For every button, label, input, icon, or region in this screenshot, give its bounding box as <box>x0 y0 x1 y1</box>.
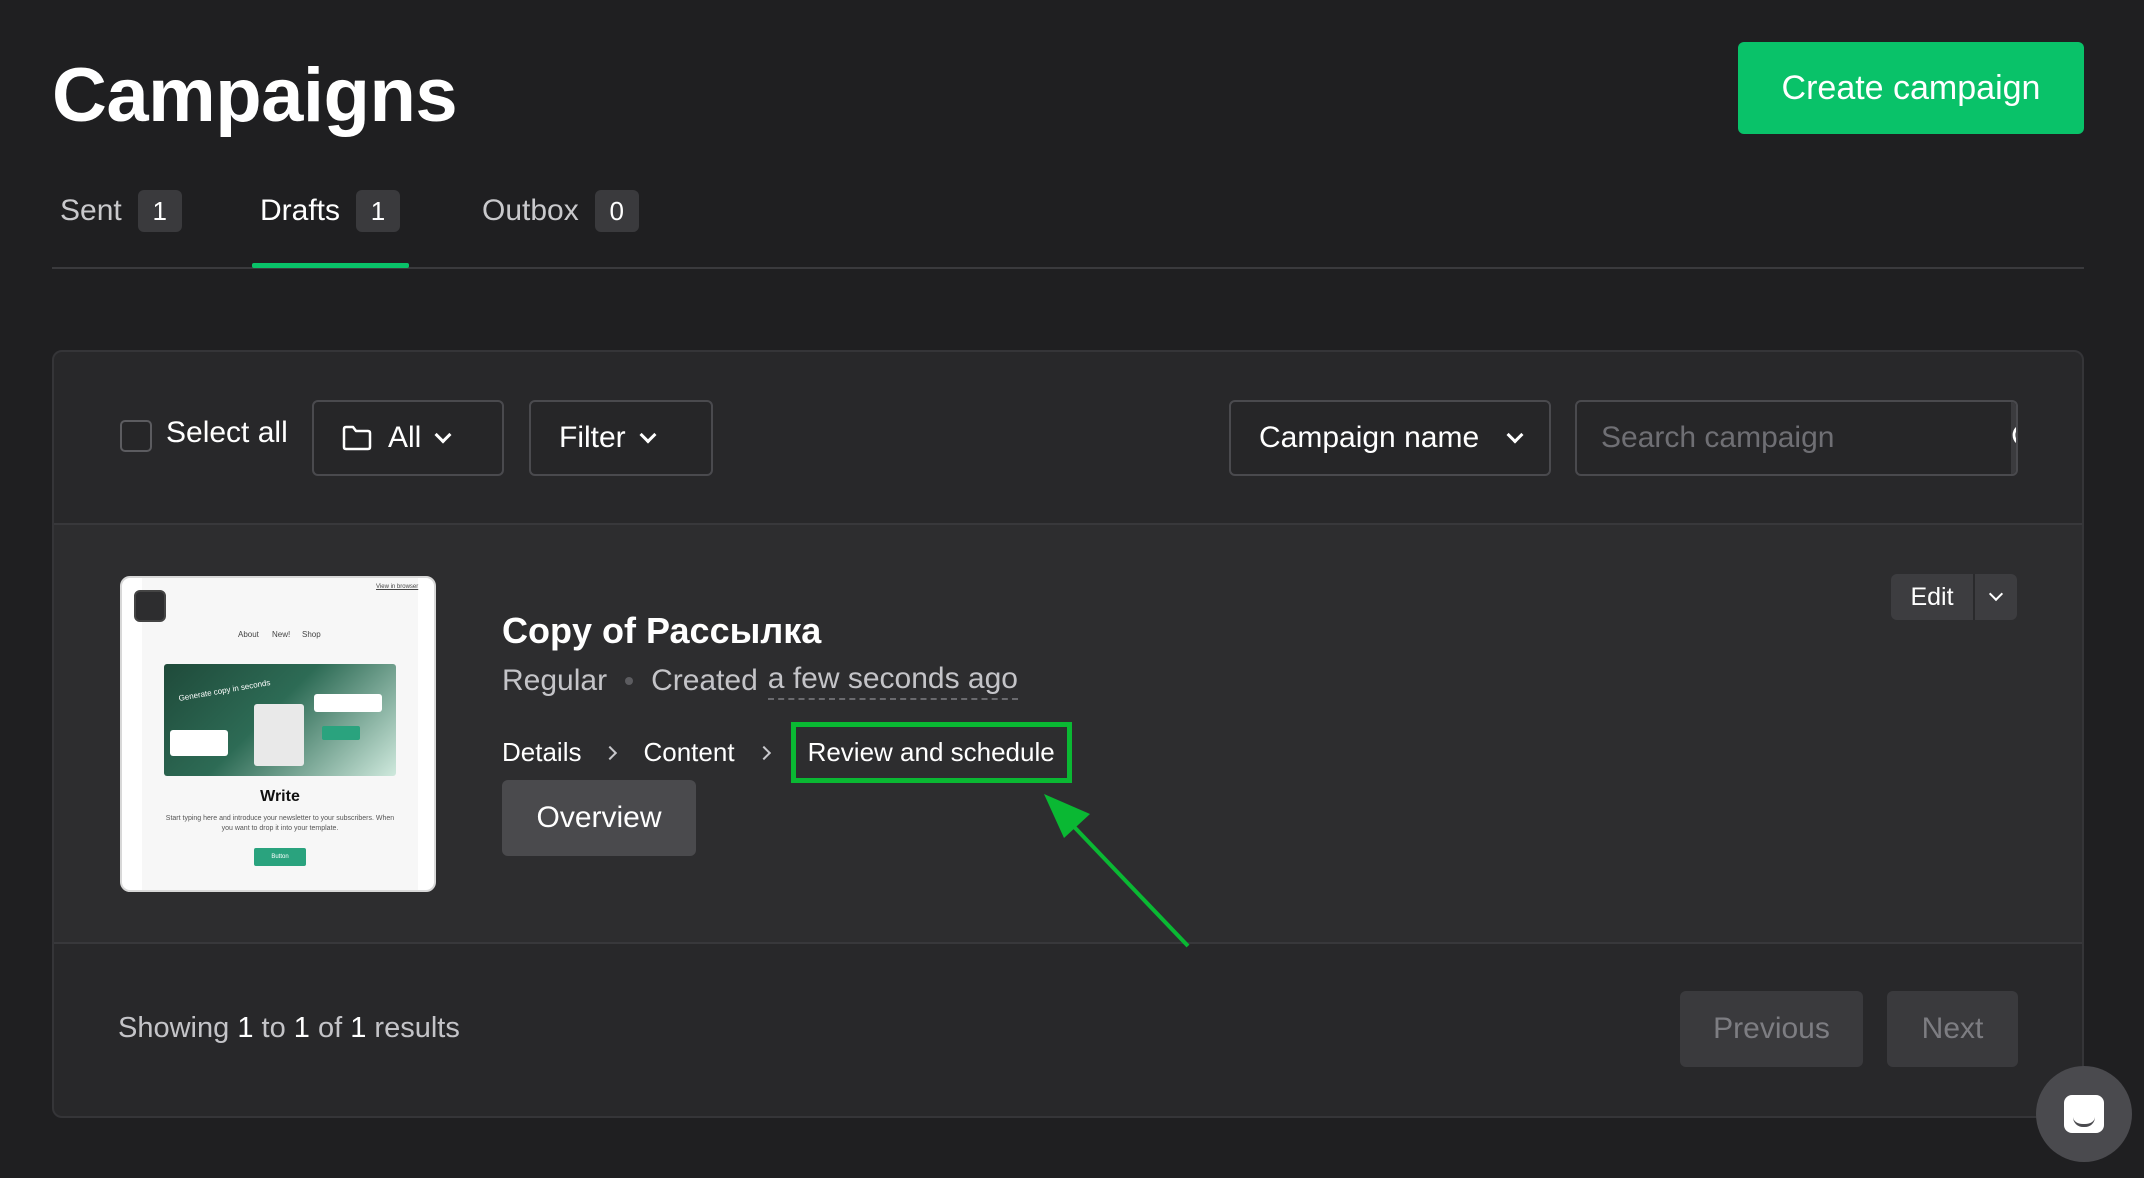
filter-dropdown-label: Filter <box>559 421 626 454</box>
overview-button[interactable]: Overview <box>502 780 696 856</box>
tab-outbox-count: 0 <box>594 190 639 232</box>
thumbnail-heading: Write <box>260 788 300 805</box>
results-of-label: of <box>317 1012 343 1044</box>
search-input[interactable] <box>1577 402 2011 474</box>
thumbnail-button: Button <box>254 848 306 866</box>
thumbnail-hero-text: Generate copy in seconds <box>177 677 272 704</box>
chevron-down-icon <box>1988 586 2004 602</box>
campaign-checkbox[interactable] <box>134 590 166 622</box>
chevron-right-icon <box>603 745 618 760</box>
thumbnail-hero-image: Generate copy in seconds <box>164 664 396 776</box>
tab-sent-count: 1 <box>137 190 182 232</box>
tab-drafts-label: Drafts <box>260 194 341 227</box>
thumbnail-ui-card <box>170 730 228 756</box>
edit-button-group: Edit <box>1891 574 2017 620</box>
results-showing-label: Showing <box>118 1012 230 1044</box>
thumbnail-nav-shop: Shop <box>302 630 321 639</box>
thumbnail-nav-new: New! <box>272 630 291 639</box>
tab-drafts-count: 1 <box>356 190 401 232</box>
chevron-down-icon <box>1506 426 1524 444</box>
results-to: 1 <box>293 1012 310 1044</box>
create-campaign-button[interactable]: Create campaign <box>1738 42 2084 134</box>
results-summary: Showing 1 to 1 of 1 results <box>118 1012 460 1045</box>
next-page-button[interactable]: Next <box>1887 991 2018 1067</box>
tab-outbox[interactable]: Outbox 0 <box>482 190 639 270</box>
campaign-thumbnail[interactable]: View in browser About New! Shop Generate… <box>120 576 436 892</box>
campaign-created-time: a few seconds ago <box>767 662 1018 700</box>
thumbnail-browser-link: View in browser <box>376 584 419 590</box>
chevron-down-icon <box>434 426 452 444</box>
tab-sent[interactable]: Sent 1 <box>60 190 182 270</box>
results-to-label: to <box>261 1012 286 1044</box>
separator-dot <box>625 677 634 685</box>
search-box <box>1575 400 2018 476</box>
search-icon <box>2012 426 2016 444</box>
search-field-selector-label: Campaign name <box>1259 421 1480 454</box>
thumbnail-description: Start typing here and introduce your new… <box>165 815 395 832</box>
edit-dropdown-toggle[interactable] <box>1973 574 2017 620</box>
results-label: results <box>374 1012 460 1044</box>
edit-button[interactable]: Edit <box>1891 574 1973 620</box>
step-content[interactable]: Content <box>643 737 734 768</box>
step-review-and-schedule[interactable]: Review and schedule <box>790 722 1072 783</box>
tab-drafts[interactable]: Drafts 1 <box>260 190 401 270</box>
thumbnail-nav-about: About <box>238 630 259 639</box>
thumbnail-ui-button <box>322 726 360 740</box>
page-title: Campaigns <box>52 53 458 138</box>
campaign-type: Regular <box>502 664 608 697</box>
folder-icon <box>342 425 372 451</box>
folder-dropdown[interactable]: All <box>312 400 504 476</box>
folder-dropdown-label: All <box>388 421 422 454</box>
campaign-created-label: Created <box>651 664 758 697</box>
active-tab-indicator <box>252 263 409 268</box>
results-from: 1 <box>237 1012 254 1044</box>
annotation-arrow-icon <box>1044 794 1190 948</box>
tab-sent-label: Sent <box>60 194 122 227</box>
filter-dropdown[interactable]: Filter <box>529 400 713 476</box>
thumbnail-ui-card <box>314 694 382 712</box>
chat-support-button[interactable] <box>2036 1066 2132 1162</box>
thumbnail-product-card <box>254 704 304 766</box>
select-all-checkbox[interactable] <box>120 420 152 452</box>
step-details[interactable]: Details <box>502 737 581 768</box>
search-field-selector[interactable]: Campaign name <box>1229 400 1551 476</box>
campaign-steps: Details Content Review and schedule <box>502 722 1072 783</box>
campaign-meta: Regular Created a few seconds ago <box>502 662 1018 700</box>
previous-page-button[interactable]: Previous <box>1680 991 1863 1067</box>
tab-outbox-label: Outbox <box>482 194 579 227</box>
select-all-label[interactable]: Select all <box>166 416 288 450</box>
search-button[interactable] <box>2011 402 2016 474</box>
campaign-title[interactable]: Copy of Рассылка <box>502 610 821 652</box>
chevron-right-icon <box>756 745 771 760</box>
results-total: 1 <box>350 1012 367 1044</box>
chevron-down-icon <box>639 426 657 444</box>
chat-icon <box>2064 1095 2104 1133</box>
